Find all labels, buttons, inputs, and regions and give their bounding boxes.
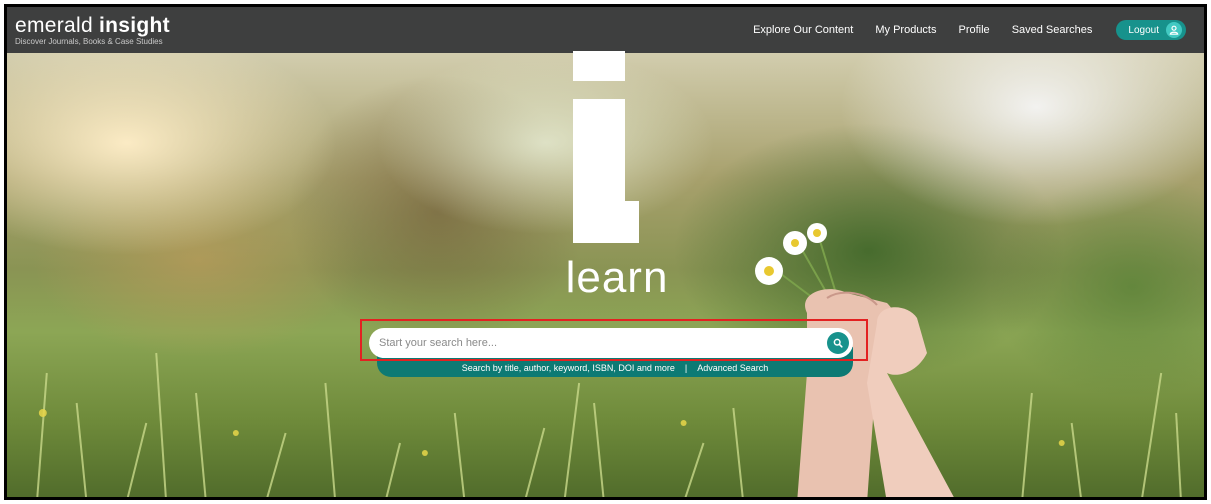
- hero-i-logo: [573, 51, 639, 243]
- logo-light-text: emerald: [15, 13, 93, 37]
- screenshot-frame: emerald insight Discover Journals, Books …: [4, 4, 1207, 500]
- logout-label: Logout: [1128, 24, 1159, 36]
- search-button[interactable]: [827, 332, 849, 354]
- logout-button[interactable]: Logout: [1116, 20, 1186, 40]
- site-logo[interactable]: emerald insight Discover Journals, Books …: [15, 15, 170, 46]
- nav-profile[interactable]: Profile: [959, 24, 990, 36]
- logo-bold-text: insight: [98, 13, 170, 37]
- top-header: emerald insight Discover Journals, Books …: [7, 7, 1204, 53]
- logo-tagline: Discover Journals, Books & Case Studies: [15, 36, 163, 46]
- search-box: [369, 328, 853, 358]
- search-hint-text: Search by title, author, keyword, ISBN, …: [461, 363, 675, 373]
- search-icon: [833, 338, 843, 348]
- search-hint-row: Search by title, author, keyword, ISBN, …: [377, 359, 853, 377]
- advanced-search-link[interactable]: Advanced Search: [697, 363, 768, 373]
- logo-wordmark: emerald insight: [15, 15, 170, 36]
- user-icon: [1166, 22, 1182, 38]
- nav-saved-searches[interactable]: Saved Searches: [1012, 24, 1093, 36]
- hero-banner: learn Start your search here... Search b…: [7, 51, 1204, 497]
- main-nav: Explore Our Content My Products Profile …: [731, 20, 1186, 40]
- hero-headline: learn: [565, 253, 669, 302]
- nav-my-products[interactable]: My Products: [875, 24, 936, 36]
- hint-separator: |: [684, 363, 688, 373]
- search-input[interactable]: [379, 337, 819, 349]
- nav-explore-our-content[interactable]: Explore Our Content: [753, 24, 853, 36]
